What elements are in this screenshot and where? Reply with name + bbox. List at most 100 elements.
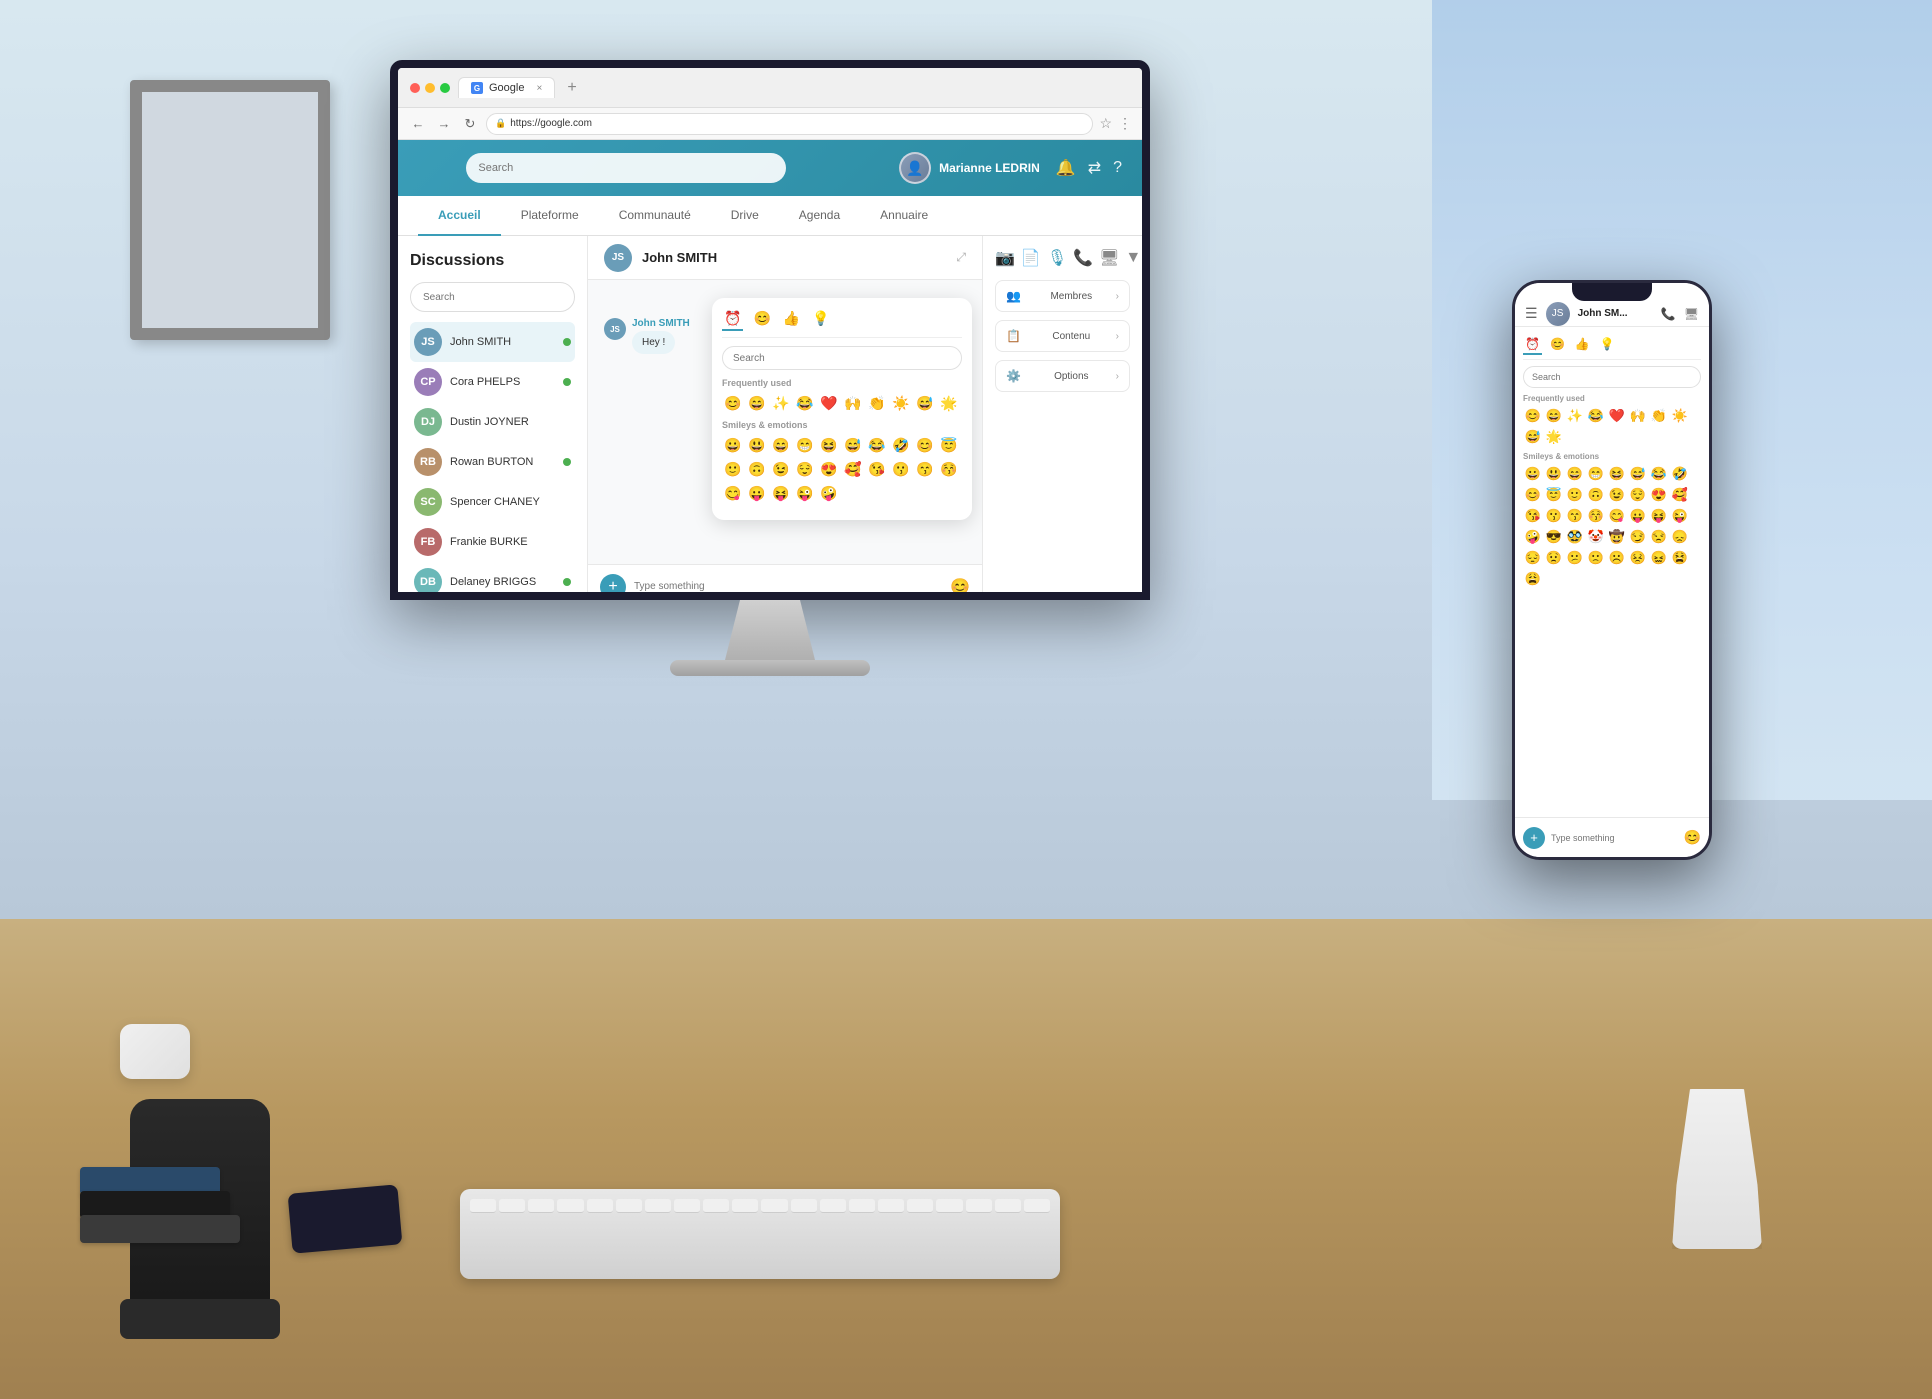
phone-emoji-item[interactable]: ❤️ (1607, 406, 1627, 426)
phone-emoji-item[interactable]: 😔 (1523, 548, 1543, 568)
video-icon[interactable]: 🖥 (1099, 248, 1119, 268)
emoji-item[interactable]: 😄 (746, 392, 768, 414)
emoji-item[interactable]: 😗 (890, 458, 912, 480)
phone-emoji-item[interactable]: 😒 (1649, 527, 1669, 547)
emoji-item[interactable]: ❤️ (818, 392, 840, 414)
phone-emoji-item[interactable]: 😫 (1670, 548, 1690, 568)
emoji-item[interactable]: 😀 (722, 434, 744, 456)
minimize-dot[interactable] (425, 83, 435, 93)
contact-item-john-smith[interactable]: JS John SMITH (410, 322, 575, 362)
maximize-dot[interactable] (440, 83, 450, 93)
phone-call-icon[interactable]: 📞 (1661, 307, 1676, 321)
phone-emoji-item[interactable]: 😆 (1607, 464, 1627, 484)
contact-item-rowan-burton[interactable]: RB Rowan BURTON (410, 442, 575, 482)
phone-emoji-item[interactable]: 😅 (1523, 427, 1543, 447)
members-section[interactable]: 👥 Membres › (995, 280, 1130, 312)
phone-video-icon[interactable]: 🖥 (1684, 307, 1699, 321)
nav-communaute[interactable]: Communauté (599, 196, 711, 236)
photos-icon[interactable]: 📷 (995, 248, 1015, 268)
chevron-down-icon[interactable]: ▼ (1125, 249, 1141, 267)
emoji-tab-ideas[interactable]: 💡 (810, 308, 831, 331)
phone-emoji-button[interactable]: 😊 (1684, 829, 1701, 846)
phone-emoji-item[interactable]: 😖 (1649, 548, 1669, 568)
nav-plateforme[interactable]: Plateforme (501, 196, 599, 236)
emoji-item[interactable]: 🤣 (890, 434, 912, 456)
phone-emoji-tab-ideas[interactable]: 💡 (1598, 335, 1617, 355)
phone-emoji-tab-thumbs[interactable]: 👍 (1573, 335, 1592, 355)
phone-emoji-item[interactable]: 🤡 (1586, 527, 1606, 547)
emoji-tab-smileys[interactable]: 😊 (751, 308, 772, 331)
chat-add-button[interactable]: + (600, 574, 626, 600)
emoji-item[interactable]: 😙 (914, 458, 936, 480)
emoji-item[interactable]: 😛 (746, 482, 768, 504)
phone-emoji-item[interactable]: 🙃 (1586, 485, 1606, 505)
hamburger-icon[interactable]: ☰ (1525, 305, 1538, 322)
emoji-item[interactable]: 😂 (866, 434, 888, 456)
phone-emoji-item[interactable]: 🥰 (1670, 485, 1690, 505)
nav-drive[interactable]: Drive (711, 196, 779, 236)
expand-icon[interactable]: ⤢ (956, 250, 966, 265)
emoji-item[interactable]: 🙃 (746, 458, 768, 480)
content-section[interactable]: 📋 Contenu › (995, 320, 1130, 352)
emoji-item[interactable]: 🌟 (938, 392, 960, 414)
phone-emoji-item[interactable]: 😙 (1565, 506, 1585, 526)
nav-agenda[interactable]: Agenda (779, 196, 860, 236)
phone-emoji-item[interactable]: 😗 (1544, 506, 1564, 526)
browser-tab[interactable]: G Google × (458, 77, 555, 98)
emoji-item[interactable]: 😌 (794, 458, 816, 480)
contact-item-dustin-joyner[interactable]: DJ Dustin JOYNER (410, 402, 575, 442)
phone-emoji-tab-smileys[interactable]: 😊 (1548, 335, 1567, 355)
contact-item-delaney-briggs[interactable]: DB Delaney BRIGGS (410, 562, 575, 600)
emoji-item[interactable]: 😃 (746, 434, 768, 456)
phone-emoji-item[interactable]: 😀 (1523, 464, 1543, 484)
phone-emoji-item[interactable]: 🤣 (1670, 464, 1690, 484)
phone-emoji-search-input[interactable] (1523, 366, 1701, 388)
emoji-item[interactable]: 😅 (914, 392, 936, 414)
help-icon[interactable]: ? (1113, 159, 1122, 177)
mic-icon[interactable]: 🎙 (1047, 248, 1067, 268)
phone-icon[interactable]: 📞 (1073, 248, 1093, 268)
phone-emoji-item[interactable]: 😛 (1628, 506, 1648, 526)
phone-emoji-item[interactable]: 😉 (1607, 485, 1627, 505)
emoji-item[interactable]: 😅 (842, 434, 864, 456)
bell-icon[interactable]: 🔔 (1056, 158, 1076, 178)
phone-emoji-item[interactable]: 🙂 (1565, 485, 1585, 505)
phone-emoji-item[interactable]: 😇 (1544, 485, 1564, 505)
emoji-item[interactable]: 🙂 (722, 458, 744, 480)
header-search-input[interactable] (466, 153, 786, 183)
emoji-item[interactable]: 🤪 (818, 482, 840, 504)
emoji-item[interactable]: 😊 (914, 434, 936, 456)
phone-emoji-item[interactable]: 🙌 (1628, 406, 1648, 426)
emoji-tab-recent[interactable]: ⏰ (722, 308, 743, 331)
documents-icon[interactable]: 📄 (1021, 248, 1041, 268)
more-icon[interactable]: ⋮ (1118, 115, 1132, 132)
sidebar-search-input[interactable] (410, 282, 575, 312)
phone-emoji-item[interactable]: 👏 (1649, 406, 1669, 426)
refresh-button[interactable]: ↻ (460, 114, 480, 134)
emoji-search-input[interactable] (722, 346, 962, 370)
emoji-item[interactable]: 😆 (818, 434, 840, 456)
new-tab-button[interactable]: + (567, 79, 576, 97)
emoji-item[interactable]: 😊 (722, 392, 744, 414)
phone-emoji-item[interactable]: 😊 (1523, 406, 1543, 426)
phone-emoji-item[interactable]: 😚 (1586, 506, 1606, 526)
phone-emoji-item[interactable]: 😅 (1628, 464, 1648, 484)
phone-emoji-item[interactable]: 😜 (1670, 506, 1690, 526)
phone-emoji-item[interactable]: 😃 (1544, 464, 1564, 484)
phone-emoji-item[interactable]: 😝 (1649, 506, 1669, 526)
phone-emoji-item[interactable]: ☹️ (1607, 548, 1627, 568)
bookmark-icon[interactable]: ☆ (1099, 115, 1112, 132)
phone-emoji-item[interactable]: 😄 (1565, 464, 1585, 484)
emoji-item[interactable]: 😁 (794, 434, 816, 456)
contact-item-cora-phelps[interactable]: CP Cora PHELPS (410, 362, 575, 402)
phone-emoji-item[interactable]: 😕 (1565, 548, 1585, 568)
phone-emoji-item[interactable]: 🥸 (1565, 527, 1585, 547)
phone-emoji-item[interactable]: 🤠 (1607, 527, 1627, 547)
back-button[interactable]: ← (408, 114, 428, 134)
phone-emoji-item[interactable]: 😏 (1628, 527, 1648, 547)
phone-emoji-item[interactable]: 😟 (1544, 548, 1564, 568)
phone-emoji-item[interactable]: 😋 (1607, 506, 1627, 526)
phone-emoji-item[interactable]: 😄 (1544, 406, 1564, 426)
phone-emoji-item[interactable]: 😩 (1523, 569, 1543, 589)
emoji-item[interactable]: 🙌 (842, 392, 864, 414)
